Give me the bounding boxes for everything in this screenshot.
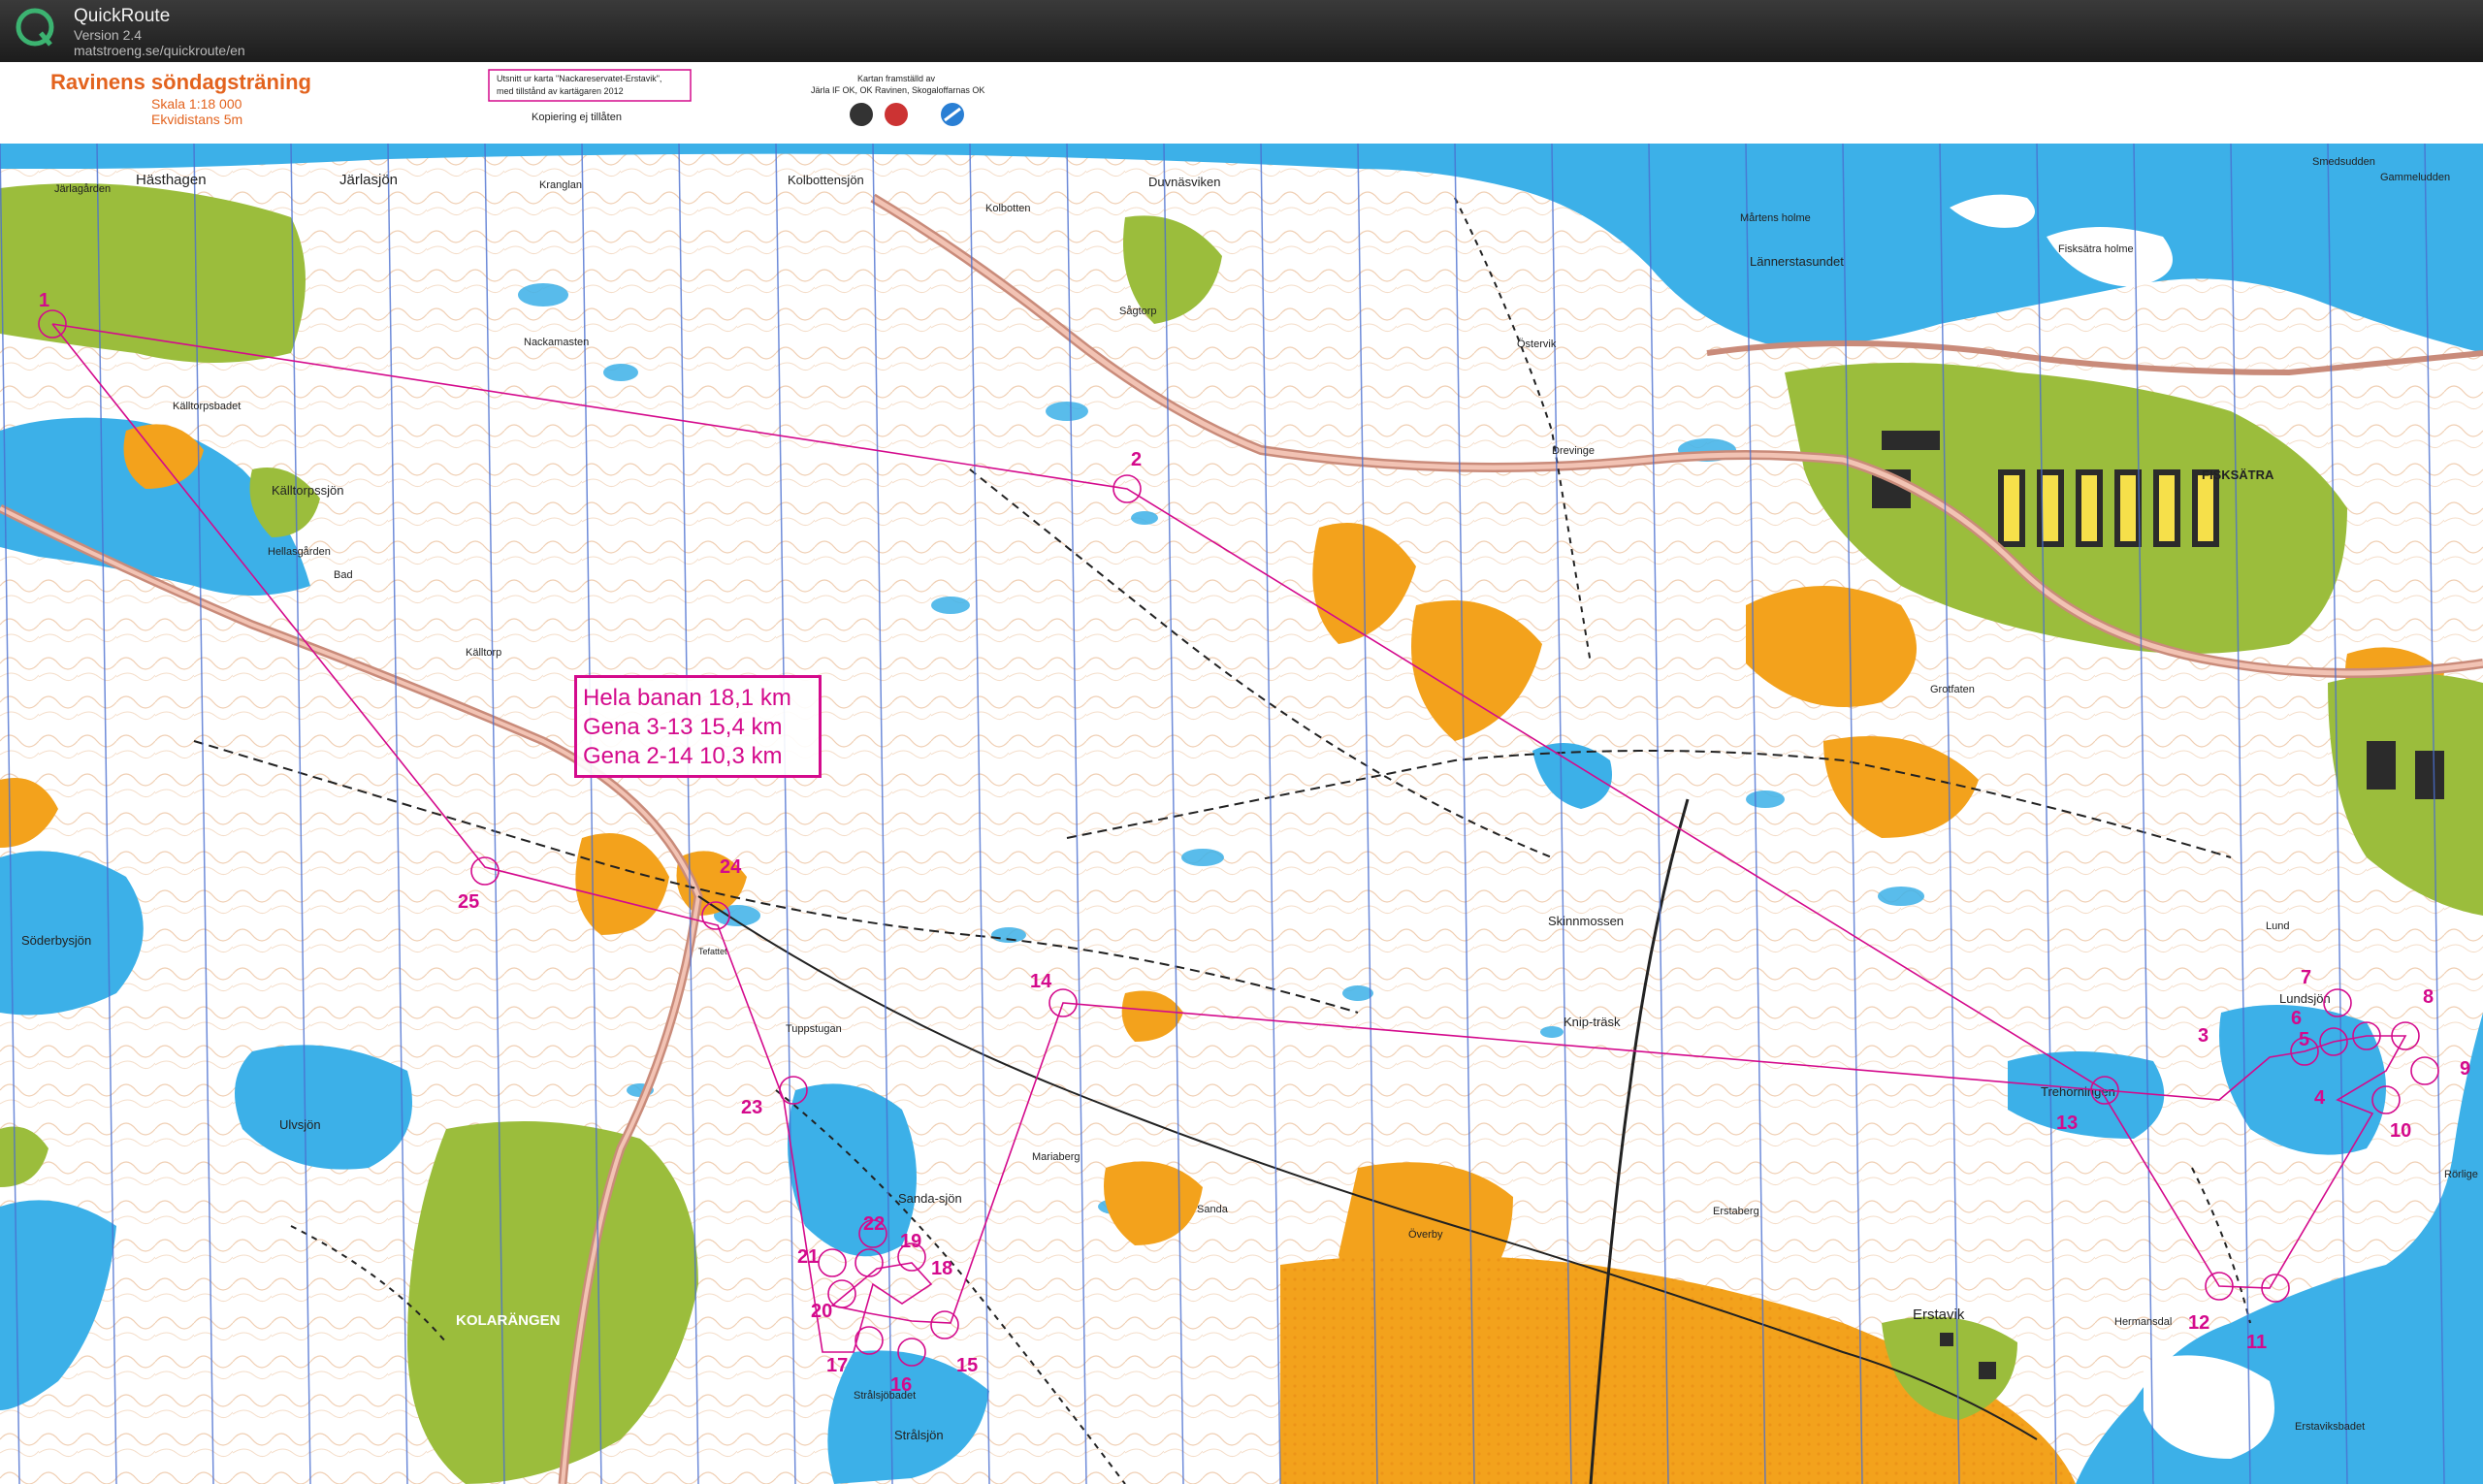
app-version: Version 2.4 [74,27,143,43]
place-name: Smedsudden [2312,156,2375,168]
control-label: 1 [39,290,49,311]
control-label: 6 [2291,1008,2302,1029]
control-label: 17 [826,1355,848,1376]
place-name: Lännerstasundet [1750,254,1844,269]
control-label: 4 [2314,1087,2326,1109]
map-header-area [0,62,2483,144]
place-name: Bad [334,569,353,581]
control-label: 24 [720,856,742,878]
map-contour-interval: Ekvidistans 5m [151,112,242,127]
place-name: Rörlige [2444,1169,2478,1180]
map-title: Ravinens söndagsträning [50,70,311,94]
place-name: Hästhagen [136,172,207,188]
control-label: 12 [2188,1312,2209,1334]
map-scale: Skala 1:18 000 [151,96,242,112]
place-name: Duvnäsviken [1148,175,1220,189]
course-info-box: Hela banan 18,1 km Gena 3-13 15,4 km Gen… [574,675,822,778]
control-label: 11 [2246,1332,2267,1353]
control-label: 10 [2390,1120,2411,1142]
notice-line-2: med tillstånd av kartägaren 2012 [497,86,624,96]
place-name: Strålsjön [894,1428,944,1442]
credit-line-2: Järla IF OK, OK Ravinen, Skogaloffarnas … [811,85,984,95]
place-name: Lundsjön [2279,991,2331,1006]
control-label: 14 [1030,971,1052,992]
place-name: Grotfaten [1930,684,1975,695]
notice-line-1: Utsnitt ur karta "Nackareservatet-Erstav… [497,74,661,83]
control-label: 23 [741,1097,762,1118]
app-name: QuickRoute [74,6,171,26]
place-name: KOLARÄNGEN [456,1312,561,1329]
place-name: Hellasgården [268,546,331,558]
place-name: Källtorp [466,647,501,659]
map-viewport[interactable]: Ravinens söndagsträning Skala 1:18 000 E… [0,62,2483,1484]
control-label: 9 [2460,1058,2470,1080]
control-label: 20 [811,1301,832,1322]
place-name: Drevinge [1552,445,1595,457]
control-label: 7 [2301,967,2311,988]
place-name: Tefattet [698,947,727,956]
place-name: FISKSÄTRA [2202,468,2274,482]
control-label: 5 [2299,1029,2309,1050]
place-name: Erstaberg [1713,1206,1759,1217]
course-length-short-2-14: Gena 2-14 10,3 km [583,743,783,769]
place-name: Kolbottensjön [788,173,864,187]
place-name: Kolbotten [985,203,1030,214]
place-name: Söderbysjön [21,933,91,948]
place-name: Nackamasten [524,337,589,348]
place-name: Sanda [1197,1204,1229,1215]
copy-notice: Kopiering ej tillåten [532,112,622,123]
place-name: Kranglan [539,179,582,191]
control-label: 25 [458,891,479,913]
control-label: 2 [1131,449,1142,470]
place-name: Överby [1408,1229,1443,1241]
control-label: 13 [2056,1113,2078,1134]
place-name: Hermansdal [2114,1316,2172,1328]
place-name: Sågtorp [1119,306,1157,317]
place-name: Erstavik [1913,1307,1965,1323]
place-name: Källtorpssjön [272,483,343,498]
quickroute-logo-icon [16,8,54,47]
control-label: 18 [931,1258,952,1279]
control-label: 15 [956,1355,978,1376]
place-name: Ulvsjön [279,1117,321,1132]
credit-line-1: Kartan framställd av [857,74,936,83]
control-label: 16 [890,1374,912,1396]
app-titlebar: QuickRoute Version 2.4 matstroeng.se/qui… [0,0,2483,62]
place-name: Mariaberg [1032,1151,1080,1163]
place-name: Erstaviksbadet [2295,1421,2365,1433]
course-length-full: Hela banan 18,1 km [583,685,791,711]
control-label: 21 [797,1246,819,1268]
place-name: Mårtens holme [1740,212,1811,224]
course-length-short-3-13: Gena 3-13 15,4 km [583,714,783,740]
control-label: 22 [863,1213,885,1235]
place-name: Järlagården [54,183,111,195]
control-label: 19 [900,1231,921,1252]
app-url: matstroeng.se/quickroute/en [74,43,245,58]
terrain-layer [0,144,2483,1484]
place-name: Tuppstugan [786,1023,842,1035]
place-name: Lund [2266,920,2289,932]
orienteering-map[interactable]: Ravinens söndagsträning Skala 1:18 000 E… [0,62,2483,1484]
place-name: Skinnmossen [1548,914,1624,928]
place-name: Gammeludden [2380,172,2450,183]
place-name: Fisksätra holme [2058,243,2134,255]
control-label: 8 [2423,986,2434,1008]
place-name: Järlasjön [339,172,398,188]
place-name: Källtorpsbadet [173,401,241,412]
place-name: Knip-träsk [1564,1015,1621,1029]
place-name: Östervik [1517,339,1557,350]
place-name: Sanda-sjön [898,1191,962,1206]
control-label: 3 [2198,1025,2209,1047]
